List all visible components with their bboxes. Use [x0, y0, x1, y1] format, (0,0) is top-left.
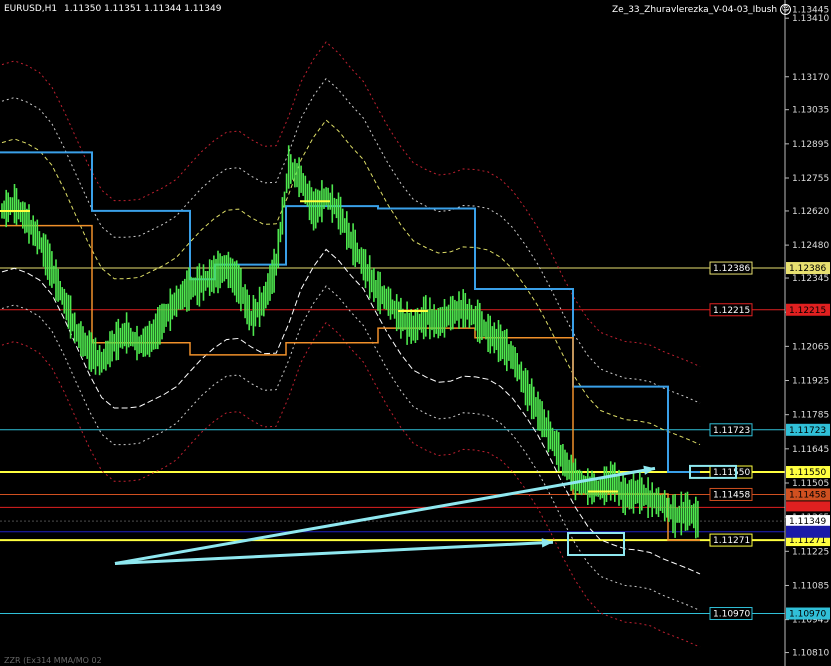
price-tick-label: 1.11225 [792, 547, 829, 557]
envelope-band [1, 285, 701, 611]
price-tick-label: 1.13170 [792, 73, 829, 83]
level-axis-label: 1.12386 [789, 264, 826, 274]
price-tick-label: 1.11925 [792, 377, 829, 387]
ohlc-values: 1.11350 1.11351 1.11344 1.11349 [64, 4, 222, 14]
level-label: 1.11723 [713, 426, 750, 436]
price-tick-label: 1.11505 [792, 479, 829, 489]
support-staircase [0, 224, 700, 542]
trend-arrow-head [643, 465, 655, 475]
price-tick-label: 1.11085 [792, 581, 829, 591]
price-tick-label: 1.13035 [792, 106, 829, 116]
indicator-name: Ze_33_Zhuravlerezka_V-04-03_Ibush [612, 5, 778, 15]
chart-header: EURUSD,H1 1.11350 1.11351 1.11344 1.1134… [4, 4, 221, 14]
indicator-title: Ze_33_Zhuravlerezka_V-04-03_Ibush ☺ [612, 4, 792, 15]
blue-axis-tag [786, 525, 830, 538]
level-label: 1.12215 [713, 306, 750, 316]
price-tick-label: 1.12480 [792, 241, 829, 251]
price-tick-label: 1.12755 [792, 174, 829, 184]
level-axis-label: 1.10970 [789, 610, 826, 620]
resistance-staircase [0, 151, 700, 473]
highlight-box [567, 532, 625, 557]
price-tick-label: 1.13410 [792, 14, 829, 24]
footer-text: ZZR (Ex314 MMA/MO 02 [4, 656, 102, 665]
level-axis-label: 1.11550 [789, 468, 826, 478]
envelope-band [1, 41, 701, 367]
price-tick-label: 1.11785 [792, 411, 829, 421]
level-label: 1.11271 [713, 536, 750, 546]
price-tick-label: 1.11645 [792, 445, 829, 455]
red-axis-tag [786, 501, 830, 512]
current-price-label: 1.11349 [789, 517, 826, 527]
level-label: 1.11550 [713, 468, 750, 478]
symbol-label: EURUSD,H1 [4, 4, 58, 14]
level-axis-label: 1.12215 [789, 306, 826, 316]
price-tick-label: 1.12895 [792, 140, 829, 150]
level-label: 1.12386 [713, 264, 750, 274]
price-chart[interactable]: 1.12386 1.12215 1.11723 1.11550 1.11458 1.112… [0, 0, 831, 666]
smile-icon: ☺ [780, 4, 792, 15]
envelope-band [1, 248, 701, 575]
price-tick-label: 1.12620 [792, 207, 829, 217]
envelope-band [1, 119, 701, 446]
price-tick-label: 1.10810 [792, 649, 829, 659]
level-label: 1.11458 [713, 490, 750, 500]
level-axis-label: 1.11723 [789, 426, 826, 436]
price-tick-label: 1.12065 [792, 342, 829, 352]
level-label: 1.10970 [713, 610, 750, 620]
price-tick-label: 1.12345 [792, 274, 829, 284]
level-axis-label: 1.11458 [789, 490, 826, 500]
